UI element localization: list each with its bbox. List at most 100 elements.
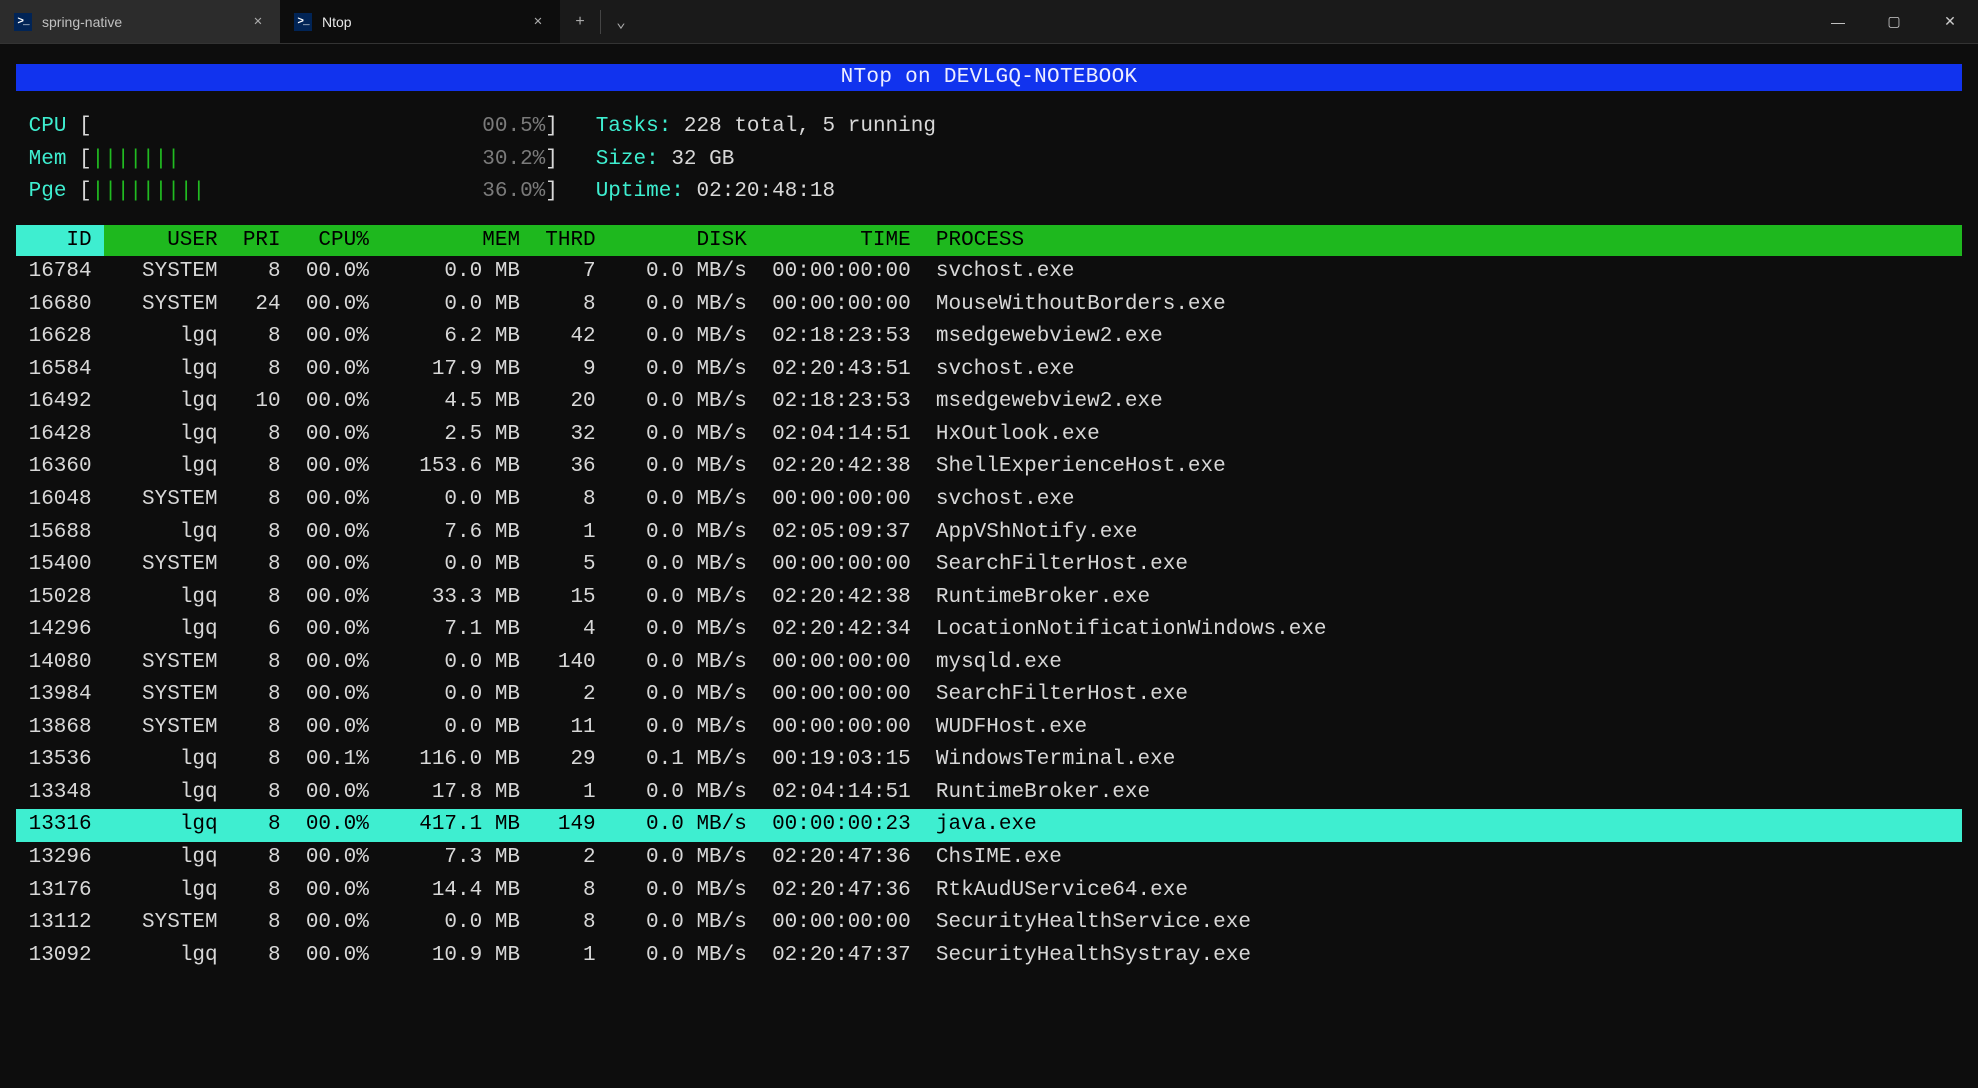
- cell-disk: 0.0 MB/s: [608, 289, 759, 322]
- table-row[interactable]: 13984SYSTEM800.0%0.0 MB20.0 MB/s00:00:00…: [16, 679, 1962, 712]
- cell-cpu: 00.0%: [293, 614, 381, 647]
- col-process[interactable]: PROCESS: [923, 225, 1962, 257]
- table-row[interactable]: 16360lgq800.0%153.6 MB360.0 MB/s02:20:42…: [16, 451, 1962, 484]
- tab-dropdown-button[interactable]: ⌄: [601, 0, 641, 43]
- close-icon[interactable]: ✕: [530, 14, 546, 30]
- cell-proc: MouseWithoutBorders.exe: [923, 289, 1962, 322]
- close-icon[interactable]: ✕: [250, 14, 266, 30]
- cell-id: 14080: [16, 647, 104, 680]
- cell-user: lgq: [104, 842, 230, 875]
- cell-disk: 0.0 MB/s: [608, 582, 759, 615]
- cell-id: 16680: [16, 289, 104, 322]
- cell-user: lgq: [104, 940, 230, 973]
- cell-cpu: 00.0%: [293, 940, 381, 973]
- cell-thrd: 2: [533, 679, 609, 712]
- banner: NTop on DEVLGQ-NOTEBOOK: [16, 64, 1962, 91]
- cell-id: 15028: [16, 582, 104, 615]
- cell-thrd: 149: [533, 809, 609, 842]
- tab-spring-native[interactable]: spring-native ✕: [0, 0, 280, 43]
- col-cpu[interactable]: CPU%: [293, 225, 381, 257]
- cell-disk: 0.0 MB/s: [608, 419, 759, 452]
- cell-mem: 4.5 MB: [381, 386, 532, 419]
- cell-pri: 8: [230, 940, 293, 973]
- cell-time: 00:00:00:00: [759, 647, 923, 680]
- system-meters: CPU[00.5%]Tasks: 228 total, 5 running Me…: [16, 111, 1962, 209]
- cell-disk: 0.0 MB/s: [608, 354, 759, 387]
- table-row[interactable]: 15400SYSTEM800.0%0.0 MB50.0 MB/s00:00:00…: [16, 549, 1962, 582]
- table-row[interactable]: 13092lgq800.0%10.9 MB10.0 MB/s02:20:47:3…: [16, 940, 1962, 973]
- cell-mem: 0.0 MB: [381, 679, 532, 712]
- table-row[interactable]: 16492lgq1000.0%4.5 MB200.0 MB/s02:18:23:…: [16, 386, 1962, 419]
- table-row[interactable]: 16628lgq800.0%6.2 MB420.0 MB/s02:18:23:5…: [16, 321, 1962, 354]
- cell-thrd: 5: [533, 549, 609, 582]
- pge-bar: |||||||||: [92, 180, 205, 203]
- cell-time: 02:20:47:36: [759, 875, 923, 908]
- terminal-content[interactable]: NTop on DEVLGQ-NOTEBOOK CPU[00.5%]Tasks:…: [0, 44, 1978, 972]
- cell-proc: LocationNotificationWindows.exe: [923, 614, 1962, 647]
- table-row[interactable]: 15028lgq800.0%33.3 MB150.0 MB/s02:20:42:…: [16, 582, 1962, 615]
- col-time[interactable]: TIME: [759, 225, 923, 257]
- cell-proc: SearchFilterHost.exe: [923, 549, 1962, 582]
- cell-proc: SecurityHealthService.exe: [923, 907, 1962, 940]
- table-row[interactable]: 16428lgq800.0%2.5 MB320.0 MB/s02:04:14:5…: [16, 419, 1962, 452]
- col-id[interactable]: ID: [16, 225, 104, 257]
- col-pri[interactable]: PRI: [230, 225, 293, 257]
- cell-disk: 0.0 MB/s: [608, 842, 759, 875]
- col-thrd[interactable]: THRD: [533, 225, 609, 257]
- cell-pri: 8: [230, 647, 293, 680]
- cell-thrd: 36: [533, 451, 609, 484]
- table-row[interactable]: 16784SYSTEM800.0%0.0 MB70.0 MB/s00:00:00…: [16, 256, 1962, 289]
- cell-disk: 0.0 MB/s: [608, 614, 759, 647]
- table-header[interactable]: ID USER PRI CPU% MEM THRD DISK TIME PROC…: [16, 225, 1962, 257]
- cell-proc: WindowsTerminal.exe: [923, 744, 1962, 777]
- cell-cpu: 00.1%: [293, 744, 381, 777]
- cell-mem: 0.0 MB: [381, 907, 532, 940]
- table-row[interactable]: 13868SYSTEM800.0%0.0 MB110.0 MB/s00:00:0…: [16, 712, 1962, 745]
- cell-disk: 0.0 MB/s: [608, 875, 759, 908]
- cell-time: 02:20:42:34: [759, 614, 923, 647]
- cell-user: lgq: [104, 582, 230, 615]
- maximize-button[interactable]: ▢: [1866, 0, 1922, 43]
- minimize-button[interactable]: —: [1810, 0, 1866, 43]
- col-mem[interactable]: MEM: [381, 225, 532, 257]
- table-row[interactable]: 14080SYSTEM800.0%0.0 MB1400.0 MB/s00:00:…: [16, 647, 1962, 680]
- cell-cpu: 00.0%: [293, 875, 381, 908]
- cell-pri: 8: [230, 679, 293, 712]
- table-row[interactable]: 16680SYSTEM2400.0%0.0 MB80.0 MB/s00:00:0…: [16, 289, 1962, 322]
- table-row[interactable]: 13296lgq800.0%7.3 MB20.0 MB/s02:20:47:36…: [16, 842, 1962, 875]
- table-row[interactable]: 13348lgq800.0%17.8 MB10.0 MB/s02:04:14:5…: [16, 777, 1962, 810]
- cell-user: SYSTEM: [104, 549, 230, 582]
- cell-thrd: 1: [533, 777, 609, 810]
- cell-thrd: 20: [533, 386, 609, 419]
- pge-meter-line: Pge[|||||||||36.0%]Uptime: 02:20:48:18: [16, 176, 1962, 209]
- close-window-button[interactable]: ✕: [1922, 0, 1978, 43]
- cell-user: SYSTEM: [104, 289, 230, 322]
- cell-cpu: 00.0%: [293, 679, 381, 712]
- table-row[interactable]: 13536lgq800.1%116.0 MB290.1 MB/s00:19:03…: [16, 744, 1962, 777]
- cell-cpu: 00.0%: [293, 484, 381, 517]
- cell-proc: ChsIME.exe: [923, 842, 1962, 875]
- cell-mem: 0.0 MB: [381, 549, 532, 582]
- cell-cpu: 00.0%: [293, 712, 381, 745]
- table-row[interactable]: 13112SYSTEM800.0%0.0 MB80.0 MB/s00:00:00…: [16, 907, 1962, 940]
- mem-meter-line: Mem[|||||||30.2%]Size: 32 GB: [16, 144, 1962, 177]
- tab-ntop[interactable]: Ntop ✕: [280, 0, 560, 43]
- table-row[interactable]: 16584lgq800.0%17.9 MB90.0 MB/s02:20:43:5…: [16, 354, 1962, 387]
- table-row[interactable]: 16048SYSTEM800.0%0.0 MB80.0 MB/s00:00:00…: [16, 484, 1962, 517]
- cell-user: lgq: [104, 517, 230, 550]
- add-tab-button[interactable]: +: [560, 0, 600, 43]
- cell-user: lgq: [104, 744, 230, 777]
- col-disk[interactable]: DISK: [608, 225, 759, 257]
- table-row[interactable]: 14296lgq600.0%7.1 MB40.0 MB/s02:20:42:34…: [16, 614, 1962, 647]
- col-user[interactable]: USER: [104, 225, 230, 257]
- table-row[interactable]: 13176lgq800.0%14.4 MB80.0 MB/s02:20:47:3…: [16, 875, 1962, 908]
- cell-time: 00:00:00:00: [759, 907, 923, 940]
- cell-pri: 8: [230, 712, 293, 745]
- table-row[interactable]: 13316lgq800.0%417.1 MB1490.0 MB/s00:00:0…: [16, 809, 1962, 842]
- cell-id: 13536: [16, 744, 104, 777]
- cell-mem: 7.3 MB: [381, 842, 532, 875]
- table-row[interactable]: 15688lgq800.0%7.6 MB10.0 MB/s02:05:09:37…: [16, 517, 1962, 550]
- cell-pri: 8: [230, 875, 293, 908]
- cell-disk: 0.0 MB/s: [608, 777, 759, 810]
- cell-mem: 33.3 MB: [381, 582, 532, 615]
